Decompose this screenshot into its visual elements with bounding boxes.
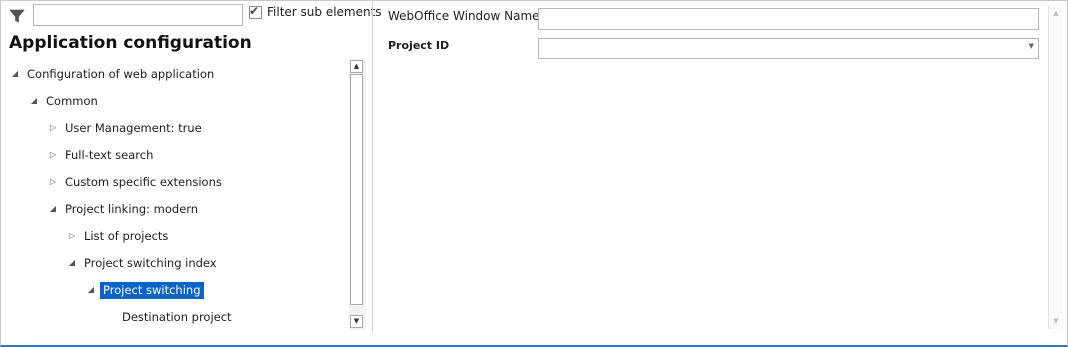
tree-item[interactable]: ◢ Project switching index [0, 253, 348, 273]
properties-scrollbar[interactable]: ▲ ▼ [1048, 6, 1063, 329]
properties-panel: WebOffice Window Name Project ID ▼ ▲ ▼ [373, 0, 1066, 344]
project-id-dropdown[interactable]: ▼ [538, 38, 1039, 59]
page-title: Application configuration [9, 33, 252, 53]
checkmark-icon: ✔ [249, 4, 260, 18]
tree-item[interactable]: ▷ User Management: true [0, 118, 348, 138]
tree-item-label[interactable]: User Management: true [62, 118, 205, 138]
tree-item[interactable]: ▷ Custom specific extensions [0, 172, 348, 192]
scroll-down-arrow-icon[interactable]: ▼ [350, 315, 363, 328]
filter-funnel-icon[interactable] [9, 8, 25, 24]
tree-item[interactable]: ▷ Full-text search [0, 145, 348, 165]
tree-item[interactable]: ▷ List of projects [0, 226, 348, 246]
tree-item-label[interactable]: Custom specific extensions [62, 172, 225, 192]
window-name-label: WebOffice Window Name [388, 9, 540, 23]
tree-scrollbar[interactable]: ▲ ▼ [349, 59, 366, 330]
collapse-arrow-icon[interactable]: ◢ [67, 253, 77, 273]
tree-item-label[interactable]: Common [43, 91, 101, 111]
tree-panel: ✔ Filter sub elements Application config… [0, 0, 382, 344]
tree-item-label[interactable]: Full-text search [62, 145, 156, 165]
expand-arrow-icon[interactable]: ▷ [48, 118, 58, 138]
collapse-arrow-icon[interactable]: ◢ [29, 91, 39, 111]
scroll-down-arrow-icon[interactable]: ▼ [1051, 316, 1061, 326]
filter-input[interactable] [33, 4, 243, 26]
tree-item-label[interactable]: List of projects [81, 226, 171, 246]
scroll-up-arrow-icon[interactable]: ▲ [350, 60, 363, 73]
collapse-arrow-icon[interactable]: ◢ [48, 199, 58, 219]
tree-item-label[interactable]: Project switching index [81, 253, 220, 273]
expand-arrow-icon[interactable]: ▷ [67, 226, 77, 246]
expand-arrow-icon[interactable]: ▷ [48, 172, 58, 192]
tree-item-label[interactable]: Destination project [119, 307, 235, 327]
expand-arrow-icon[interactable]: ▷ [48, 145, 58, 165]
tree-item[interactable]: ◢ Configuration of web application [0, 64, 348, 84]
tree-item[interactable]: ◢ Project linking: modern [0, 199, 348, 219]
scrollbar-thumb[interactable] [350, 74, 363, 305]
configuration-tree: ◢ Configuration of web application ◢ Common… [0, 62, 348, 332]
chevron-down-icon[interactable]: ▼ [1029, 42, 1034, 50]
collapse-arrow-icon[interactable]: ◢ [10, 64, 20, 84]
tree-item-label[interactable]: Project linking: modern [62, 199, 201, 219]
tree-item[interactable]: Destination project [0, 307, 348, 327]
scroll-up-arrow-icon[interactable]: ▲ [1051, 8, 1061, 18]
tree-item-label[interactable]: Project switching [100, 282, 204, 299]
tree-item[interactable]: ◢ Project switching [0, 280, 348, 300]
collapse-arrow-icon[interactable]: ◢ [86, 280, 96, 300]
tree-item-label[interactable]: Configuration of web application [24, 64, 217, 84]
filter-sub-elements-label[interactable]: Filter sub elements [267, 5, 382, 19]
window-name-input[interactable] [538, 8, 1039, 30]
project-id-label: Project ID [388, 39, 450, 52]
tree-item[interactable]: ◢ Common [0, 91, 348, 111]
filter-sub-elements-checkbox[interactable]: ✔ [249, 4, 262, 19]
